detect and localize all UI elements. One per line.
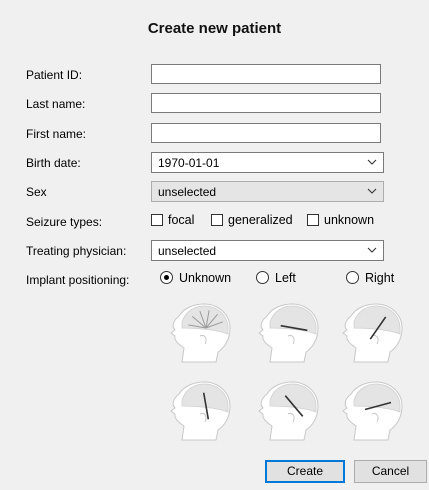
birth-date-dropdown[interactable]: 1970-01-01 <box>151 152 384 173</box>
implant-positioning-row: Implant positioning: Unknown Left Right <box>0 268 429 292</box>
birth-date-value: 1970-01-01 <box>158 156 220 170</box>
patient-id-input[interactable] <box>151 64 381 84</box>
radio-circle <box>256 271 269 284</box>
implant-positioning-label: Implant positioning: <box>26 273 130 287</box>
unknown-checkbox-label: unknown <box>324 213 375 227</box>
sex-label: Sex <box>26 185 47 199</box>
treating-physician-value: unselected <box>158 244 217 258</box>
create-button[interactable]: Create <box>265 460 345 483</box>
checkbox-box <box>307 214 319 226</box>
patient-id-label: Patient ID: <box>26 68 83 82</box>
seizure-types-label: Seizure types: <box>26 215 103 229</box>
right-radio-label: Right <box>365 271 395 285</box>
patient-id-row: Patient ID: <box>0 63 429 87</box>
sex-row: Sex unselected <box>0 180 429 204</box>
seizure-types-row: Seizure types: focal generalized unknown <box>0 210 429 234</box>
head-implant-icon <box>170 303 231 363</box>
radio-selected-dot <box>164 275 169 280</box>
generalized-checkbox-label: generalized <box>228 213 293 227</box>
treating-physician-row: Treating physician: unselected <box>0 239 429 263</box>
head-implant-icon <box>258 381 319 441</box>
head-implant-icon <box>258 303 319 363</box>
sex-value: unselected <box>158 185 217 199</box>
last-name-row: Last name: <box>0 92 429 116</box>
chevron-down-icon <box>367 159 377 165</box>
head-implant-icon <box>342 303 403 363</box>
birth-date-label: Birth date: <box>26 156 81 170</box>
first-name-input[interactable] <box>151 123 381 143</box>
head-implant-icon <box>170 381 231 441</box>
birth-date-row: Birth date: 1970-01-01 <box>0 151 429 175</box>
radio-circle <box>346 271 359 284</box>
last-name-label: Last name: <box>26 97 86 111</box>
chevron-down-icon <box>367 188 377 194</box>
cancel-button[interactable]: Cancel <box>354 460 427 483</box>
treating-physician-dropdown[interactable]: unselected <box>151 240 384 261</box>
checkbox-box <box>211 214 223 226</box>
first-name-row: First name: <box>0 122 429 146</box>
focal-checkbox-label: focal <box>168 213 195 227</box>
left-radio-label: Left <box>275 271 296 285</box>
head-implant-icon <box>342 381 403 441</box>
treating-physician-label: Treating physician: <box>26 244 127 258</box>
chevron-down-icon <box>367 247 377 253</box>
unknown-radio-label: Unknown <box>179 271 232 285</box>
last-name-input[interactable] <box>151 93 381 113</box>
sex-dropdown[interactable]: unselected <box>151 181 384 202</box>
radio-circle <box>160 271 173 284</box>
checkbox-box <box>151 214 163 226</box>
dialog-title: Create new patient <box>147 20 282 37</box>
first-name-label: First name: <box>26 127 87 141</box>
